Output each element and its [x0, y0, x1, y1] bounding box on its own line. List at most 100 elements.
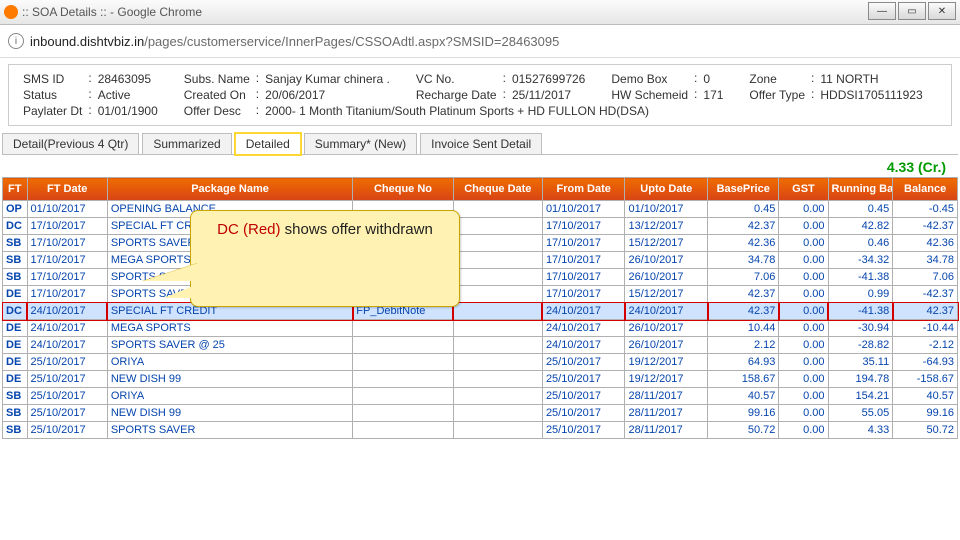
cell-pkg: NEW DISH 99 — [107, 371, 352, 388]
tab-invoice-sent[interactable]: Invoice Sent Detail — [420, 133, 542, 155]
cell-ft: SB — [3, 422, 28, 439]
demo-box-value: 0 — [699, 71, 727, 87]
callout-text-rest: shows offer withdrawn — [281, 221, 433, 238]
cell-cdate — [453, 286, 542, 303]
cell-upto: 26/10/2017 — [625, 269, 708, 286]
cell-date: 25/10/2017 — [27, 405, 107, 422]
tab-summarized[interactable]: Summarized — [142, 133, 231, 155]
table-row[interactable]: SB17/10/2017SPORTS SAVER17/10/201715/12/… — [3, 235, 958, 252]
tab-detail-prev[interactable]: Detail(Previous 4 Qtr) — [2, 133, 139, 155]
col-package-name[interactable]: Package Name — [107, 178, 352, 201]
cell-run: 0.99 — [828, 286, 893, 303]
cell-date: 01/10/2017 — [27, 201, 107, 218]
status-label: Status — [19, 87, 86, 103]
cell-ft: DC — [3, 218, 28, 235]
cell-date: 17/10/2017 — [27, 286, 107, 303]
offer-desc-label: Offer Desc — [180, 103, 254, 119]
cell-from: 17/10/2017 — [542, 235, 625, 252]
cell-ft: SB — [3, 252, 28, 269]
cell-bal: -42.37 — [893, 286, 958, 303]
table-row[interactable]: DE17/10/2017SPORTS SAVER @ 2517/10/20171… — [3, 286, 958, 303]
cell-run: 4.33 — [828, 422, 893, 439]
cell-base: 64.93 — [708, 354, 779, 371]
cell-from: 25/10/2017 — [542, 405, 625, 422]
credit-balance: 4.33 (Cr.) — [0, 155, 960, 177]
url-path: /pages/customerservice/InnerPages/CSSOAd… — [144, 34, 559, 49]
cell-pkg: ORIYA — [107, 388, 352, 405]
cell-bal: 42.37 — [893, 303, 958, 320]
cell-from: 25/10/2017 — [542, 388, 625, 405]
tab-detailed[interactable]: Detailed — [235, 133, 301, 155]
hw-schemeid-label: HW Schemeid — [607, 87, 692, 103]
table-row[interactable]: DC17/10/2017SPECIAL FT CREDIT17/10/20171… — [3, 218, 958, 235]
table-row[interactable]: DC24/10/2017SPECIAL FT CREDITFP_DebitNot… — [3, 303, 958, 320]
col-upto-date[interactable]: Upto Date — [625, 178, 708, 201]
col-from-date[interactable]: From Date — [542, 178, 625, 201]
col-running-balance[interactable]: Running Balance — [828, 178, 893, 201]
zone-label: Zone — [745, 71, 809, 87]
col-gst[interactable]: GST — [779, 178, 828, 201]
col-cheque-no[interactable]: Cheque No — [353, 178, 453, 201]
subs-name-label: Subs. Name — [180, 71, 254, 87]
cell-run: -34.32 — [828, 252, 893, 269]
cell-upto: 26/10/2017 — [625, 252, 708, 269]
table-row[interactable]: DE24/10/2017MEGA SPORTS24/10/201726/10/2… — [3, 320, 958, 337]
cell-date: 17/10/2017 — [27, 218, 107, 235]
tab-summary-new[interactable]: Summary* (New) — [304, 133, 417, 155]
cell-cno — [353, 371, 453, 388]
cell-ft: SB — [3, 388, 28, 405]
cell-bal: 50.72 — [893, 422, 958, 439]
table-row[interactable]: SB25/10/2017SPORTS SAVER25/10/201728/11/… — [3, 422, 958, 439]
table-row[interactable]: DE25/10/2017NEW DISH 9925/10/201719/12/2… — [3, 371, 958, 388]
cell-bal: -158.67 — [893, 371, 958, 388]
cell-cdate — [453, 201, 542, 218]
customer-header-panel: SMS ID:28463095 Subs. Name:Sanjay Kumar … — [8, 64, 952, 126]
window-title: :: SOA Details :: - Google Chrome — [22, 5, 202, 19]
col-baseprice[interactable]: BasePrice — [708, 178, 779, 201]
recharge-date-label: Recharge Date — [412, 87, 501, 103]
cell-pkg: NEW DISH 99 — [107, 405, 352, 422]
table-row[interactable]: DE25/10/2017ORIYA25/10/201719/12/201764.… — [3, 354, 958, 371]
cell-cdate — [453, 337, 542, 354]
col-cheque-date[interactable]: Cheque Date — [453, 178, 542, 201]
cell-gst: 0.00 — [779, 252, 828, 269]
address-bar[interactable]: i inbound.dishtvbiz.in/pages/customerser… — [0, 25, 960, 58]
offer-type-value: HDDSI1705111923 — [816, 87, 926, 103]
cell-gst: 0.00 — [779, 388, 828, 405]
cell-base: 158.67 — [708, 371, 779, 388]
col-ft[interactable]: FT — [3, 178, 28, 201]
cell-upto: 24/10/2017 — [625, 303, 708, 320]
col-balance[interactable]: Balance — [893, 178, 958, 201]
cell-date: 25/10/2017 — [27, 354, 107, 371]
cell-cdate — [453, 320, 542, 337]
table-row[interactable]: SB25/10/2017NEW DISH 9925/10/201728/11/2… — [3, 405, 958, 422]
cell-base: 42.37 — [708, 218, 779, 235]
cell-bal: 99.16 — [893, 405, 958, 422]
cell-run: 154.21 — [828, 388, 893, 405]
cell-bal: 40.57 — [893, 388, 958, 405]
cell-upto: 13/12/2017 — [625, 218, 708, 235]
cell-from: 01/10/2017 — [542, 201, 625, 218]
info-icon[interactable]: i — [8, 33, 24, 49]
subs-name-value: Sanjay Kumar chinera . — [261, 71, 394, 87]
cell-from: 17/10/2017 — [542, 269, 625, 286]
close-button[interactable]: ✕ — [928, 2, 956, 20]
table-row[interactable]: OP01/10/2017OPENING BALANCE01/10/201701/… — [3, 201, 958, 218]
maximize-button[interactable]: ▭ — [898, 2, 926, 20]
offer-type-label: Offer Type — [745, 87, 809, 103]
cell-ft: SB — [3, 405, 28, 422]
cell-run: -30.94 — [828, 320, 893, 337]
table-row[interactable]: DE24/10/2017SPORTS SAVER @ 2524/10/20172… — [3, 337, 958, 354]
cell-cno — [353, 337, 453, 354]
cell-run: 42.82 — [828, 218, 893, 235]
tabstrip: Detail(Previous 4 Qtr) Summarized Detail… — [2, 132, 958, 154]
created-on-value: 20/06/2017 — [261, 87, 394, 103]
cell-gst: 0.00 — [779, 354, 828, 371]
col-ft-date[interactable]: FT Date — [27, 178, 107, 201]
minimize-button[interactable]: — — [868, 2, 896, 20]
cell-bal: 7.06 — [893, 269, 958, 286]
cell-bal: -10.44 — [893, 320, 958, 337]
table-row[interactable]: SB25/10/2017ORIYA25/10/201728/11/201740.… — [3, 388, 958, 405]
cell-gst: 0.00 — [779, 371, 828, 388]
cell-gst: 0.00 — [779, 269, 828, 286]
